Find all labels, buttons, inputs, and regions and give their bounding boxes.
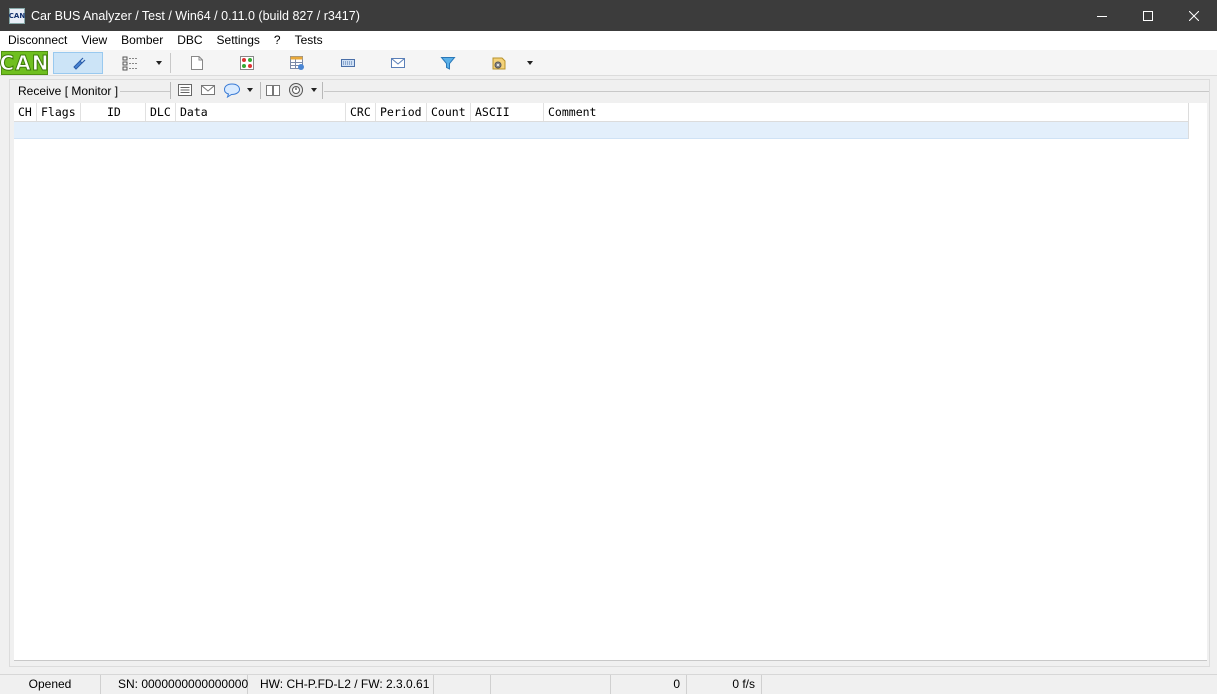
status-empty-2 (491, 675, 611, 694)
column-header-data[interactable]: Data (176, 103, 346, 121)
status-state: Opened (0, 675, 101, 694)
envelope-icon (201, 85, 215, 95)
menu-settings[interactable]: Settings (210, 31, 267, 50)
settings-dropdown[interactable] (523, 52, 537, 74)
column-header-id[interactable]: ID (81, 103, 146, 121)
close-button[interactable] (1171, 0, 1217, 31)
close-icon (1189, 10, 1199, 21)
transmit-icon (341, 59, 355, 67)
column-header-ch[interactable]: CH (14, 103, 37, 121)
chevron-down-icon (156, 61, 162, 65)
envelope-button[interactable] (198, 80, 218, 100)
toolbar-separator (170, 82, 171, 99)
app-icon: CAN (9, 7, 25, 24)
new-document-button[interactable] (182, 52, 212, 74)
column-header-flags[interactable]: Flags (37, 103, 81, 121)
list-view-button[interactable] (175, 80, 195, 100)
filter-button[interactable] (433, 52, 463, 74)
comment-bubble-icon (223, 83, 241, 98)
dbc-table-icon (290, 56, 304, 70)
window-title: Car BUS Analyzer / Test / Win64 / 0.11.0… (31, 8, 360, 23)
menu-dbc[interactable]: DBC (170, 31, 209, 50)
minimize-button[interactable] (1079, 0, 1125, 31)
tree-view-icon (122, 56, 137, 71)
status-bar: Opened SN: 0000000000000000 HW: CH-P.FD-… (0, 674, 1217, 694)
title-bar: CAN Car BUS Analyzer / Test / Win64 / 0.… (0, 0, 1217, 31)
list-icon (178, 84, 192, 96)
filter-icon (440, 57, 456, 70)
menu-help[interactable]: ? (267, 31, 288, 50)
connect-button[interactable] (53, 52, 103, 74)
column-header-count[interactable]: Count (427, 103, 471, 121)
message-button[interactable] (383, 52, 413, 74)
grid-header: CH Flags ID DLC Data CRC Period Count AS… (14, 103, 1188, 122)
clock-icon (289, 83, 303, 97)
column-header-crc[interactable]: CRC (346, 103, 376, 121)
receive-panel: Receive [ Monitor ] CH Flags ID DLC Data… (9, 79, 1210, 667)
status-empty-1 (434, 675, 491, 694)
toolbar-separator (260, 82, 261, 99)
clock-button[interactable] (286, 80, 306, 100)
maximize-icon (1143, 10, 1153, 21)
receive-grid[interactable]: CH Flags ID DLC Data CRC Period Count AS… (14, 103, 1207, 661)
comment-button[interactable] (221, 80, 243, 100)
grid-divider (1188, 103, 1189, 139)
message-envelope-icon (391, 58, 405, 68)
panel-divider (324, 91, 1209, 92)
chevron-down-icon (247, 88, 253, 92)
minimize-icon (1097, 15, 1107, 17)
settings-button[interactable] (484, 52, 514, 74)
tree-view-button[interactable] (112, 52, 148, 74)
menu-bomber[interactable]: Bomber (114, 31, 170, 50)
new-document-icon (191, 56, 203, 70)
toolbar-separator (322, 82, 323, 99)
main-toolbar: CAN (0, 50, 1217, 76)
maximize-button[interactable] (1125, 0, 1171, 31)
settings-icon (492, 57, 506, 70)
status-count: 0 (611, 675, 687, 694)
column-header-dlc[interactable]: DLC (146, 103, 176, 121)
clock-dropdown[interactable] (308, 80, 320, 100)
column-header-ascii[interactable]: ASCII (471, 103, 544, 121)
tree-view-dropdown[interactable] (152, 52, 166, 74)
can-logo: CAN (0, 51, 50, 76)
transmit-button[interactable] (333, 52, 363, 74)
column-header-period[interactable]: Period (376, 103, 427, 121)
bomber-button[interactable] (232, 52, 262, 74)
menu-disconnect[interactable]: Disconnect (0, 31, 74, 50)
menu-bar: Disconnect View Bomber DBC Settings ? Te… (0, 31, 1217, 50)
chevron-down-icon (527, 61, 533, 65)
dbc-button[interactable] (282, 52, 312, 74)
status-hw-fw: HW: CH-P.FD-L2 / FW: 2.3.0.61 (248, 675, 434, 694)
table-row[interactable] (14, 122, 1188, 139)
receive-panel-header: Receive [ Monitor ] (10, 80, 1209, 102)
menu-tests[interactable]: Tests (288, 31, 330, 50)
connect-plug-icon (73, 57, 86, 70)
panel-divider (120, 91, 170, 92)
bomber-grid-icon (240, 56, 254, 70)
status-serial: SN: 0000000000000000 (101, 675, 248, 694)
toolbar-separator (170, 53, 171, 73)
menu-view[interactable]: View (74, 31, 114, 50)
book-icon (266, 85, 280, 96)
column-header-comment[interactable]: Comment (544, 103, 1188, 121)
chevron-down-icon (311, 88, 317, 92)
status-rate: 0 f/s (687, 675, 762, 694)
comment-dropdown[interactable] (244, 80, 256, 100)
receive-panel-title: Receive [ Monitor ] (18, 84, 123, 98)
book-button[interactable] (263, 80, 283, 100)
